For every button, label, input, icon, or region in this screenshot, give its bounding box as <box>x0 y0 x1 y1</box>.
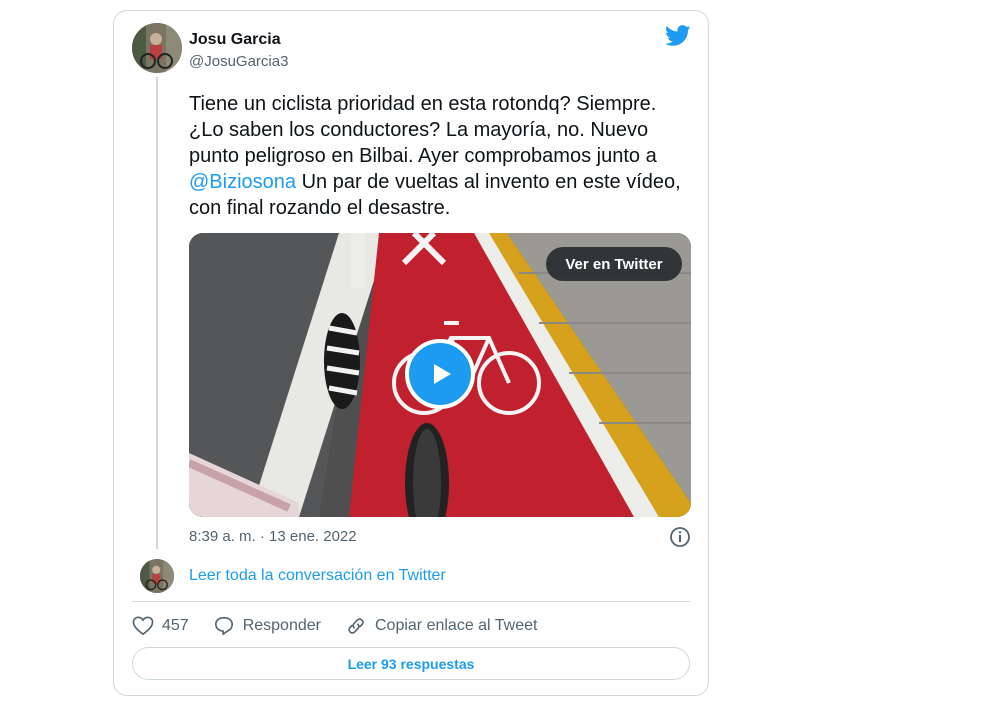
tweet-timestamp[interactable]: 8:39 a. m. · 13 ene. 2022 <box>189 528 357 545</box>
copy-link-label: Copiar enlace al Tweet <box>374 617 538 634</box>
like-count: 457 <box>162 617 189 634</box>
like-button[interactable]: 457 <box>132 616 189 636</box>
author-name[interactable]: Josu Garcia <box>189 31 281 49</box>
read-conversation-link[interactable]: Leer toda la conversación en Twitter <box>189 567 446 585</box>
heart-icon <box>132 616 154 636</box>
reply-label: Responder <box>242 617 321 634</box>
author-handle[interactable]: @JosuGarcia3 <box>189 53 288 70</box>
video-thumbnail[interactable]: Ver en Twitter <box>189 233 691 517</box>
tweet-card: Josu Garcia @JosuGarcia3 Tiene un ciclis… <box>113 10 709 696</box>
play-icon <box>434 364 451 384</box>
avatar[interactable] <box>132 23 182 73</box>
mention-link[interactable]: @Biziosona <box>189 171 296 193</box>
reply-bubble-icon <box>214 617 233 635</box>
view-on-twitter-button[interactable]: Ver en Twitter <box>546 247 682 281</box>
avatar[interactable] <box>140 559 174 593</box>
tweet-text-part: Tiene un ciclista prioridad en esta roto… <box>189 93 657 167</box>
twitter-bird-icon[interactable] <box>665 25 691 47</box>
divider <box>132 601 690 602</box>
read-replies-button[interactable]: Leer 93 respuestas <box>132 647 690 680</box>
reply-button[interactable]: Responder <box>213 616 321 636</box>
info-icon[interactable] <box>669 526 691 548</box>
thread-line <box>156 77 158 549</box>
tweet-actions: 457 Responder Copiar enlace al Tweet <box>132 613 561 639</box>
link-icon <box>348 618 364 634</box>
tweet-text: Tiene un ciclista prioridad en esta roto… <box>189 91 694 221</box>
copy-link-button[interactable]: Copiar enlace al Tweet <box>345 616 537 636</box>
play-button[interactable] <box>405 339 475 409</box>
